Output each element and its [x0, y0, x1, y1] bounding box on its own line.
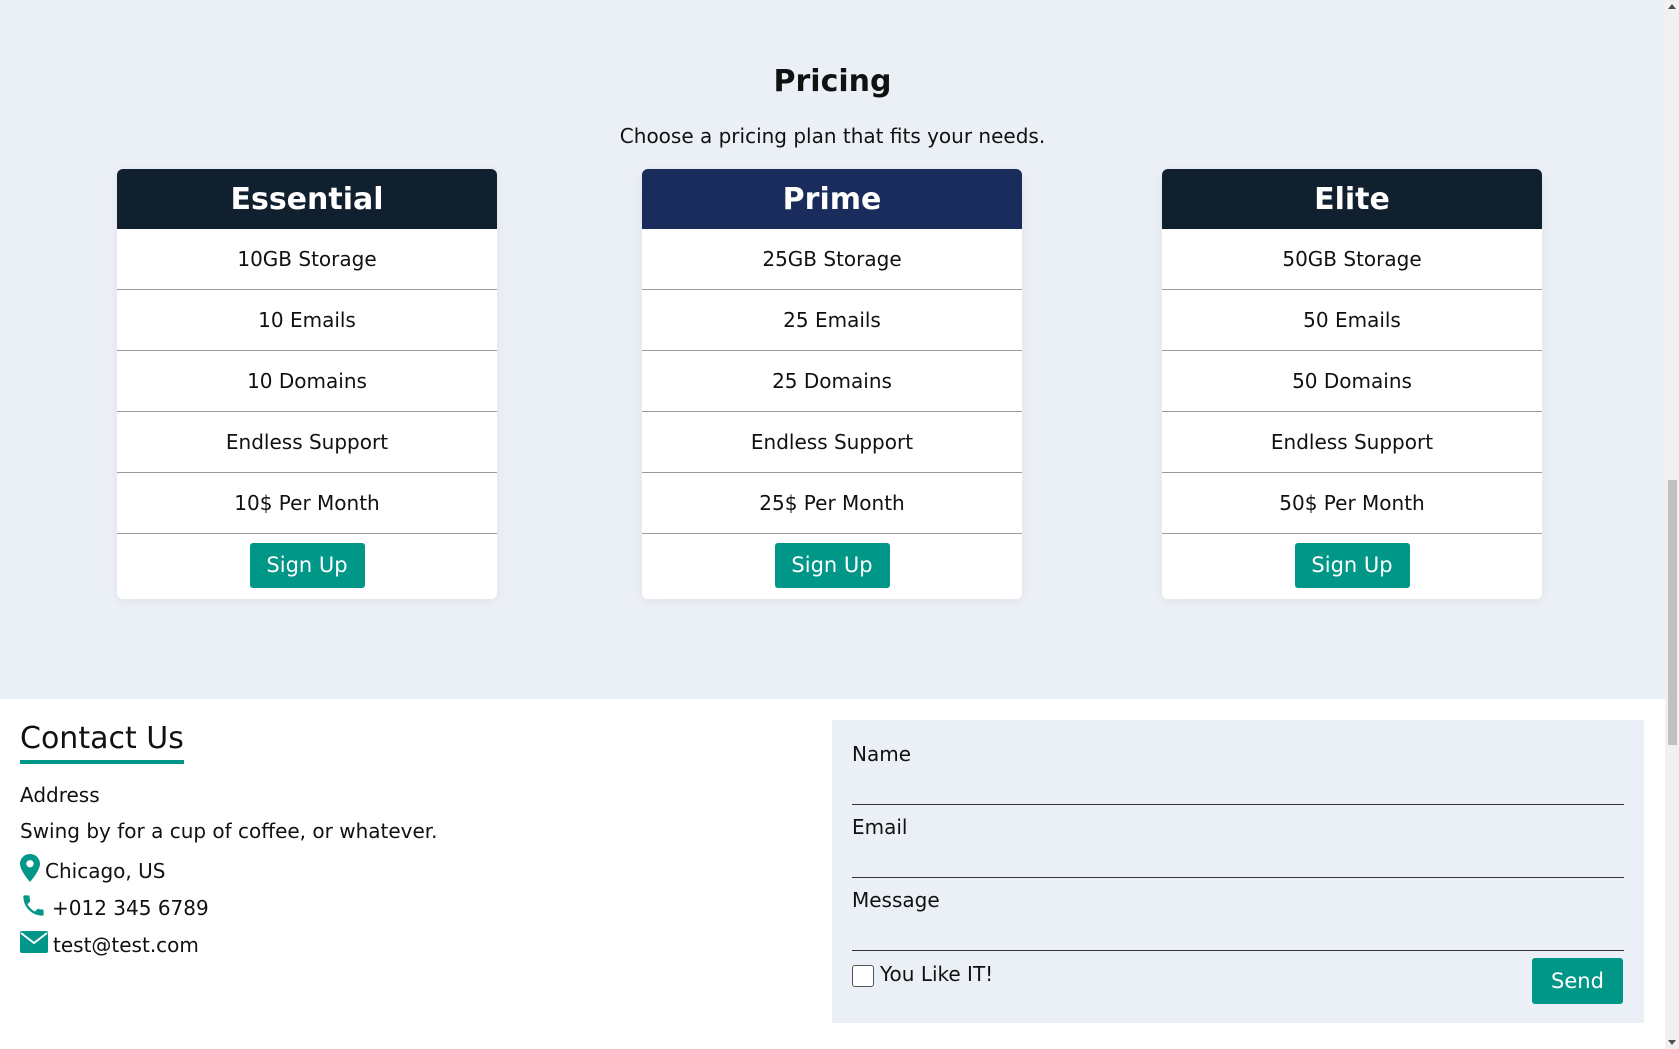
signup-button-essential[interactable]: Sign Up	[249, 542, 365, 588]
plan-action: Sign Up	[1162, 534, 1542, 596]
like-checkbox[interactable]	[852, 965, 874, 987]
like-checkbox-label: You Like IT!	[880, 962, 994, 986]
vertical-scrollbar[interactable]	[1665, 0, 1679, 1049]
location-text: Chicago, US	[45, 858, 166, 883]
plan-feature: 10GB Storage	[117, 229, 497, 290]
plan-feature: 50 Emails	[1162, 290, 1542, 351]
plan-feature: Endless Support	[117, 412, 497, 473]
name-label: Name	[852, 742, 912, 766]
plan-card-elite: Elite 50GB Storage 50 Emails 50 Domains …	[1162, 169, 1542, 599]
email-line: test@test.com	[20, 931, 199, 958]
signup-button-elite[interactable]: Sign Up	[1294, 542, 1410, 588]
scroll-up-arrow-icon[interactable]	[1668, 4, 1676, 9]
plan-card-essential: Essential 10GB Storage 10 Emails 10 Doma…	[117, 169, 497, 599]
plan-card-prime: Prime 25GB Storage 25 Emails 25 Domains …	[642, 169, 1022, 599]
scrollbar-thumb[interactable]	[1668, 480, 1677, 745]
plan-price: 10$ Per Month	[117, 473, 497, 534]
map-pin-icon	[20, 854, 45, 887]
pricing-title: Pricing	[773, 64, 892, 99]
plan-feature: 10 Domains	[117, 351, 497, 412]
plan-price: 25$ Per Month	[642, 473, 1022, 534]
contact-section: Contact Us Address Swing by for a cup of…	[0, 699, 1665, 1049]
phone-icon	[20, 892, 52, 924]
contact-form: Name Email Message You Like IT! Send	[832, 720, 1644, 1023]
plan-feature: Endless Support	[642, 412, 1022, 473]
name-input[interactable]	[852, 774, 1624, 805]
plan-action: Sign Up	[642, 534, 1022, 596]
address-label: Address	[20, 783, 100, 807]
plan-feature: 25 Domains	[642, 351, 1022, 412]
send-button[interactable]: Send	[1532, 958, 1623, 1004]
plan-action: Sign Up	[117, 534, 497, 596]
signup-button-prime[interactable]: Sign Up	[774, 542, 890, 588]
plan-feature: 50 Domains	[1162, 351, 1542, 412]
email-text: test@test.com	[53, 932, 199, 957]
message-label: Message	[852, 888, 940, 912]
email-label: Email	[852, 815, 908, 839]
plan-feature: 10 Emails	[117, 290, 497, 351]
pricing-section: Pricing Choose a pricing plan that fits …	[0, 0, 1665, 699]
plan-feature: 25GB Storage	[642, 229, 1022, 290]
scroll-down-arrow-icon[interactable]	[1668, 1040, 1676, 1045]
contact-title: Contact Us	[20, 721, 184, 764]
email-input[interactable]	[852, 847, 1624, 878]
plan-feature: Endless Support	[1162, 412, 1542, 473]
plan-feature: 50GB Storage	[1162, 229, 1542, 290]
phone-line: +012 345 6789	[20, 892, 209, 924]
plan-feature: 25 Emails	[642, 290, 1022, 351]
contact-tagline: Swing by for a cup of coffee, or whateve…	[20, 819, 438, 843]
pricing-subtitle: Choose a pricing plan that fits your nee…	[619, 124, 1046, 148]
plan-header: Essential	[117, 169, 497, 229]
plan-price: 50$ Per Month	[1162, 473, 1542, 534]
plan-header: Prime	[642, 169, 1022, 229]
envelope-icon	[20, 931, 53, 958]
phone-text: +012 345 6789	[52, 896, 209, 920]
message-input[interactable]	[852, 920, 1624, 951]
location-line: Chicago, US	[20, 854, 165, 887]
plan-header: Elite	[1162, 169, 1542, 229]
